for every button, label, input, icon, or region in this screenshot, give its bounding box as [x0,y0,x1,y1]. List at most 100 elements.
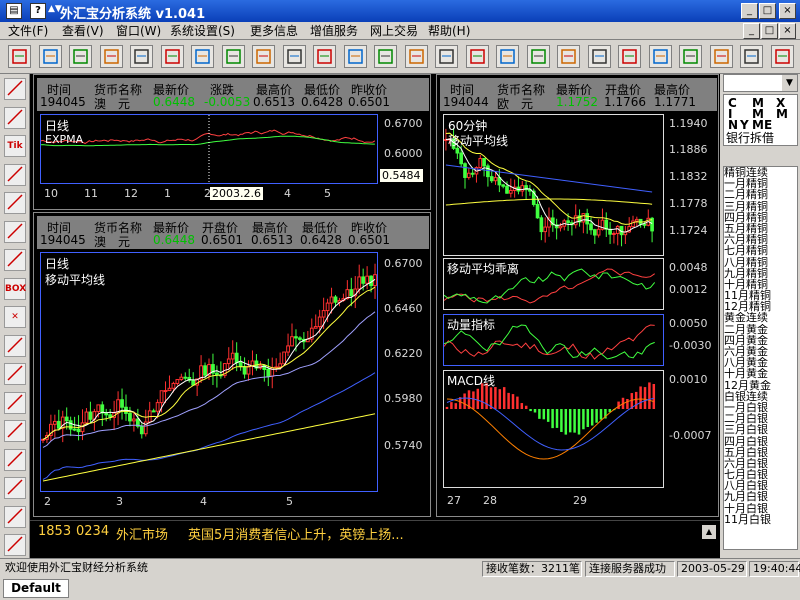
exchange-letters[interactable]: C M X I M M N Y M E 银行拆借 [723,94,798,146]
instrument-item[interactable]: 六月精铜 [724,234,797,245]
mdi-minimize-button[interactable]: _ [743,23,760,39]
instrument-item[interactable]: 一月白银 [724,402,797,413]
instrument-item[interactable]: 十月白银 [724,503,797,514]
help-icon[interactable]: ? [30,3,46,19]
instrument-item[interactable]: 七月精铜 [724,245,797,256]
instrument-item[interactable]: 四月黄金 [724,335,797,346]
tab-default[interactable]: Default [3,579,69,598]
menu-file[interactable]: 文件(F) [8,23,48,39]
instrument-item[interactable]: 八月黄金 [724,357,797,368]
instrument-item[interactable]: 11月精铜 [724,290,797,301]
menu-online-trading[interactable]: 网上交易 [370,23,418,39]
sort-icon[interactable] [526,45,550,68]
instrument-item[interactable]: 六月白银 [724,458,797,469]
page-icon[interactable] [343,45,367,68]
fan-tool-icon[interactable] [4,477,26,499]
cycle-tool-icon[interactable] [4,249,26,271]
calculator-icon[interactable] [770,45,794,68]
instrument-item[interactable]: 白银连续 [724,391,797,402]
dropdown-icon[interactable] [740,45,763,68]
instrument-item[interactable]: 八月精铜 [724,257,797,268]
layout-icon[interactable] [282,45,306,68]
momentum-subchart[interactable]: 动量指标 [443,314,664,366]
grid-icon[interactable] [160,45,184,68]
instrument-item[interactable]: 12月精铜 [724,301,797,312]
chart-icon[interactable] [221,45,245,68]
news-ticker[interactable]: 1853 0234 外汇市场 英国5月消费者信心上升，英镑上扬... ▲ [30,520,720,543]
bank-lending-label[interactable]: 银行拆借 [726,129,774,146]
cut-icon[interactable] [191,45,214,68]
eraser-tool-icon[interactable] [4,334,26,357]
instrument-item[interactable]: 九月精铜 [724,268,797,279]
text-icon[interactable] [374,45,397,68]
instrument-item[interactable]: 12月黄金 [724,380,797,391]
chart-panel-top-left[interactable]: 时间 货币名称 最新价 涨跌 最高价 最低价 昨收价 194045 澳 元 0.… [33,74,431,210]
parallel-tool-icon[interactable] [4,163,26,186]
print-icon[interactable] [130,45,153,68]
instrument-item[interactable]: 四月精铜 [724,212,797,223]
table-icon[interactable] [435,45,458,68]
channel-tool-icon[interactable] [4,220,26,243]
macd-subchart[interactable]: MACD线 [443,370,664,488]
menu-help[interactable]: 帮助(H) [428,23,470,39]
instrument-item[interactable]: 六月黄金 [724,346,797,357]
minimize-button[interactable]: _ [741,3,758,19]
new-icon[interactable] [8,45,31,68]
chart-panel-bottom-left[interactable]: 时间 货币名称 最新价 开盘价 最高价 最低价 昨收价 194045 澳 元 0… [33,212,431,517]
instrument-item[interactable]: 十月精铜 [724,279,797,290]
clock-icon[interactable] [465,45,489,68]
close-button[interactable]: × [779,3,796,19]
delete-tool-icon[interactable]: ✕ [4,306,26,328]
instrument-item[interactable]: 二月精铜 [724,189,797,200]
menu-more-info[interactable]: 更多信息 [250,23,298,39]
rect-tool-icon[interactable] [4,534,26,556]
menu-window[interactable]: 窗口(W) [116,23,161,39]
instrument-item[interactable]: 十月黄金 [724,368,797,379]
wave-tool-icon[interactable] [4,391,26,414]
trend-tool-icon[interactable] [4,192,26,214]
instrument-item[interactable]: 四月白银 [724,436,797,447]
up-down-icon[interactable] [404,45,428,68]
warning-icon[interactable] [679,45,702,68]
chart-area[interactable]: 日线 EXPMA [40,114,378,184]
chevron-down-icon[interactable]: ▼ [782,75,797,91]
mdi-close-button[interactable]: × [779,23,796,39]
ray-tool-icon[interactable] [4,106,26,129]
flag-icon[interactable] [709,45,733,68]
zoom-out-icon[interactable] [4,448,26,471]
menu-value-added[interactable]: 增值服务 [310,23,358,39]
instrument-item[interactable]: 黄金连续 [724,312,797,323]
point-tool-icon[interactable] [4,363,26,385]
tik-tool-icon[interactable]: Tik [4,135,26,157]
box-tool-icon[interactable]: BOX [4,277,26,300]
news-headline[interactable]: 英国5月消费者信心上升，英镑上扬... [188,524,404,543]
chart-area[interactable]: 60分钟 移动平均线 [443,114,664,256]
instrument-item[interactable]: 11月白银 [724,514,797,525]
scroll-up-icon[interactable]: ▲ [702,525,716,539]
maximize-button[interactable]: □ [759,3,776,19]
chart-area[interactable]: 日线 移动平均线 [40,252,378,492]
instrument-item[interactable]: 八月白银 [724,480,797,491]
window-icon[interactable] [252,45,275,68]
paste-icon[interactable] [99,45,123,68]
market-select[interactable]: ▼ [723,74,798,92]
letter-button[interactable]: M [776,107,788,121]
instrument-item[interactable]: 九月白银 [724,491,797,502]
instrument-item[interactable]: 二月白银 [724,413,797,424]
open-icon[interactable] [38,45,62,68]
binoculars-icon[interactable] [313,45,336,68]
app-menu-icon[interactable]: ▤ [6,3,22,19]
menu-view[interactable]: 查看(V) [62,23,104,39]
news-icon[interactable] [557,45,580,68]
panel-icon[interactable] [648,45,672,68]
mdi-maximize-button[interactable]: □ [761,23,778,39]
bars-tool-icon[interactable] [4,505,26,528]
title-bar[interactable]: ▤ ? ▲▼ 外汇宝分析系统 v1.041 _ □ × [0,0,800,22]
instrument-item[interactable]: 五月白银 [724,447,797,458]
zoom-in-icon[interactable] [4,420,26,442]
bias-subchart[interactable]: 移动平均乖离 [443,258,664,310]
copy-icon[interactable] [69,45,92,68]
line-tool-icon[interactable] [4,78,26,100]
chart-panel-right[interactable]: 时间 货币名称 最新价 开盘价 最高价 194044 欧 元 1.1752 1.… [436,74,719,517]
instrument-item[interactable]: 一月精铜 [724,178,797,189]
